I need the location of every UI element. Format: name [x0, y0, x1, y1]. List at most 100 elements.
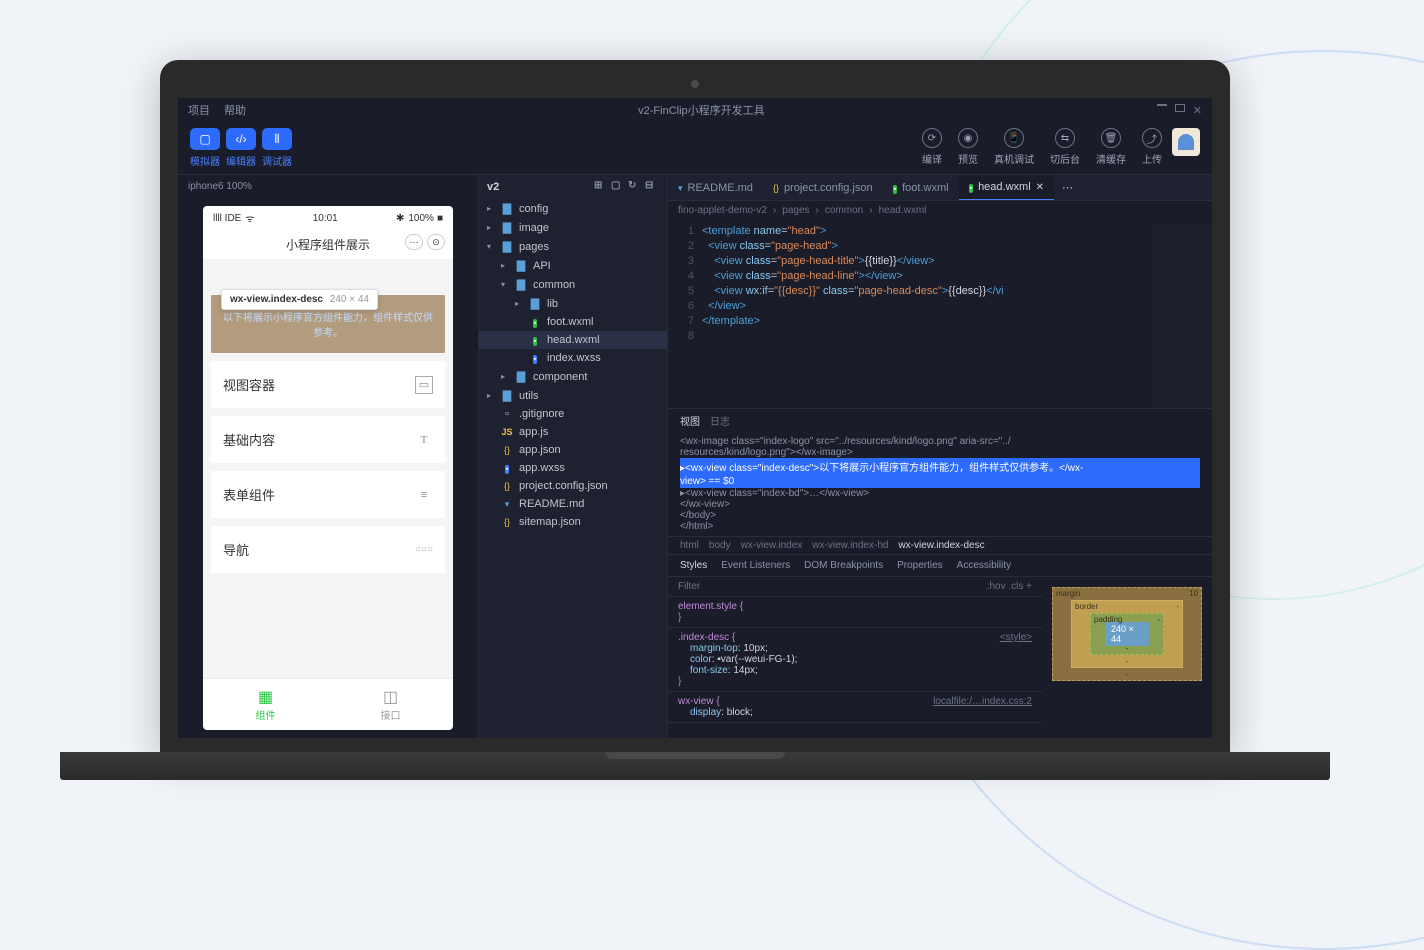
close-icon[interactable]: ✕ [1036, 182, 1044, 193]
list-item[interactable]: 表单组件 ≡ [211, 471, 445, 518]
file-type-icon: ▪ [528, 352, 542, 364]
maximize-icon[interactable] [1175, 104, 1185, 112]
devtools-subtab[interactable]: Styles [680, 560, 707, 571]
phone-tab-api[interactable]: ◫ 接口 [328, 679, 453, 730]
mode-label: 编辑器 [226, 153, 256, 168]
editor-tab[interactable]: {}project.config.json [763, 176, 883, 200]
tree-item[interactable]: ▸▇lib [479, 294, 667, 313]
phone-close-button[interactable]: ⊙ [427, 234, 445, 250]
tree-item[interactable]: {}project.config.json [479, 477, 667, 495]
devtools-tab-view[interactable]: 视图 [680, 413, 700, 428]
dom-selected-node[interactable]: ▸<wx-view class="index-desc">以下将展示小程序官方组… [680, 458, 1200, 475]
phone-tab-components[interactable]: ▦ 组件 [203, 679, 328, 730]
devtools-tab-log[interactable]: 日志 [710, 413, 730, 428]
inspect-tooltip: wx-view.index-desc 240 × 44 [221, 289, 378, 310]
phone-preview: llll IDE ᯤ 10:01 ✱ 100% ■ 小程序组件展示 [203, 206, 453, 730]
file-type-icon: JS [500, 426, 514, 438]
dom-path-segment[interactable]: wx-view.index [741, 540, 803, 551]
phone-menu-button[interactable]: ⋯ [405, 234, 423, 250]
breadcrumb-segment[interactable]: head.wxml [879, 205, 927, 216]
user-avatar[interactable] [1172, 128, 1200, 156]
list-item[interactable]: 基础内容 T [211, 416, 445, 463]
dom-path-segment[interactable]: wx-view.index-hd [812, 540, 888, 551]
editor-mode-button[interactable]: ‹/› [226, 128, 256, 150]
tree-item[interactable]: ▪app.wxss [479, 459, 667, 477]
menu-help[interactable]: 帮助 [224, 102, 246, 118]
devtools-subtab[interactable]: Accessibility [957, 560, 1011, 571]
minimize-icon[interactable] [1157, 104, 1167, 106]
tree-item[interactable]: ▸▇API [479, 256, 667, 275]
tree-item[interactable]: ▾▇pages [479, 237, 667, 256]
tabs-overflow-icon[interactable]: ⋯ [1054, 181, 1081, 194]
tree-item-label: index.wxss [547, 352, 601, 364]
file-type-icon: ▇ [500, 202, 514, 215]
breadcrumb-segment[interactable]: pages [782, 205, 809, 216]
file-type-icon: {} [500, 516, 514, 528]
tree-item[interactable]: ▸▇config [479, 199, 667, 218]
file-type-icon: ▪ [969, 181, 973, 193]
close-icon[interactable]: ✕ [1193, 104, 1202, 117]
toolbar-action[interactable]: ◉ 预览 [958, 128, 978, 166]
toolbar-action[interactable]: ⤴上传 [1142, 128, 1162, 166]
editor-tab[interactable]: ▪head.wxml✕ [959, 175, 1054, 200]
dom-path-segment[interactable]: body [709, 540, 731, 551]
tab-label: README.md [688, 182, 753, 194]
chevron-right-icon: › [773, 205, 776, 216]
tree-item[interactable]: JS app.js [479, 423, 667, 441]
minimap[interactable] [1152, 224, 1212, 408]
dom-path-segment[interactable]: html [680, 540, 699, 551]
chevron-right-icon: › [816, 205, 819, 216]
phone-title: 小程序组件展示 [286, 238, 370, 252]
list-item[interactable]: 视图容器 ▭ [211, 361, 445, 408]
project-root[interactable]: v2 [487, 181, 499, 193]
collapse-icon[interactable]: ⊟ [645, 180, 659, 194]
phone-tab-label: 接口 [381, 711, 401, 722]
code-editor[interactable]: 12345678 <template name="head"> <view cl… [668, 220, 1212, 408]
devtools-subtab[interactable]: Event Listeners [721, 560, 790, 571]
tree-item[interactable]: ▪foot.wxml [479, 313, 667, 331]
window-controls: ✕ [1157, 104, 1202, 117]
filter-tools[interactable]: :hov .cls + [987, 581, 1032, 592]
editor-tab[interactable]: ▪foot.wxml [883, 176, 959, 200]
list-item-label: 表单组件 [223, 485, 275, 504]
toolbar-action[interactable]: ⟳编译 [922, 128, 942, 166]
tree-item-label: app.js [519, 426, 548, 438]
simulator-mode-button[interactable]: ▢ [190, 128, 220, 150]
breadcrumb-segment[interactable]: common [825, 205, 863, 216]
tree-item[interactable]: {}app.json [479, 441, 667, 459]
tree-item[interactable]: ▸▇utils [479, 386, 667, 405]
devtools-subtab[interactable]: Properties [897, 560, 943, 571]
new-file-icon[interactable]: ⊞ [594, 180, 608, 194]
styles-filter-input[interactable] [678, 581, 987, 592]
file-type-icon: ▪ [893, 182, 897, 194]
editor-tab[interactable]: ▾README.md [668, 176, 763, 200]
action-icon: ◉ [958, 128, 978, 148]
action-label: 预览 [958, 151, 978, 166]
tree-item[interactable]: {}sitemap.json [479, 513, 667, 531]
action-icon: ⤴ [1142, 128, 1162, 148]
toolbar-action[interactable]: 🗑清缓存 [1096, 128, 1126, 166]
new-folder-icon[interactable]: ▢ [611, 180, 625, 194]
breadcrumb-segment[interactable]: fino-applet-demo-v2 [678, 205, 767, 216]
tree-item[interactable]: ▸▇component [479, 367, 667, 386]
dom-tree[interactable]: <wx-image class="index-logo" src="../res… [668, 432, 1212, 536]
phone-header: 小程序组件展示 ⋯ ⊙ [203, 230, 453, 259]
devtools-subtab[interactable]: DOM Breakpoints [804, 560, 883, 571]
dom-path-segment[interactable]: wx-view.index-desc [898, 540, 984, 551]
tree-item[interactable]: ▾README.md [479, 495, 667, 513]
tree-item[interactable]: ▪head.wxml [479, 331, 667, 349]
menu-project[interactable]: 项目 [188, 102, 210, 118]
toolbar-action[interactable]: ⇆切后台 [1050, 128, 1080, 166]
laptop-frame: 项目 帮助 v2-FinClip小程序开发工具 ✕ ▢ 模拟器 [160, 60, 1230, 780]
file-type-icon: {} [500, 444, 514, 456]
toolbar-action[interactable]: 📱真机调试 [994, 128, 1034, 166]
tree-item[interactable]: ▸▇image [479, 218, 667, 237]
debugger-mode-button[interactable]: ⫴ [262, 128, 292, 150]
tree-item[interactable]: ▪ index.wxss [479, 349, 667, 367]
list-item[interactable]: 导航 ○○○ [211, 526, 445, 573]
refresh-icon[interactable]: ↻ [628, 180, 642, 194]
battery-pct: 100% [408, 213, 434, 224]
battery-icon: ■ [437, 213, 443, 224]
tree-item[interactable]: ▾▇common [479, 275, 667, 294]
tree-item[interactable]: ▫.gitignore [479, 405, 667, 423]
